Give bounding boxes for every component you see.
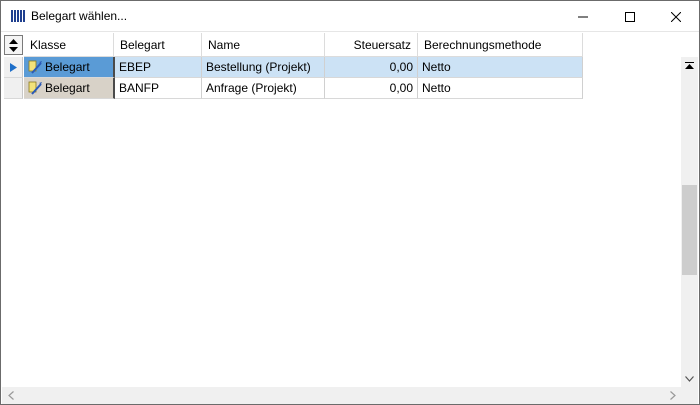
- sort-toggle-button[interactable]: [4, 35, 23, 55]
- scroll-top-icon: [685, 61, 694, 69]
- cell-name[interactable]: Bestellung (Projekt): [202, 57, 325, 78]
- cell-klasse[interactable]: Belegart: [24, 78, 115, 99]
- sort-arrows-icon: [9, 38, 18, 52]
- cell-klasse[interactable]: Belegart: [24, 57, 115, 78]
- scroll-right-button[interactable]: [664, 387, 681, 404]
- horizontal-scrollbar[interactable]: [2, 387, 681, 404]
- table-row[interactable]: Belegart BANFP Anfrage (Projekt) 0,00 Ne…: [2, 78, 583, 99]
- scroll-down-button[interactable]: [681, 370, 698, 387]
- document-type-icon: [28, 60, 42, 74]
- cell-berechnungsmethode[interactable]: Netto: [418, 57, 583, 78]
- column-header-name[interactable]: Name: [202, 33, 325, 57]
- cell-name[interactable]: Anfrage (Projekt): [202, 78, 325, 99]
- title-bar[interactable]: Belegart wählen...: [1, 1, 699, 32]
- window-title: Belegart wählen...: [31, 9, 128, 23]
- vertical-scrollbar[interactable]: [681, 57, 698, 387]
- row-indicator[interactable]: [4, 78, 23, 99]
- table-row[interactable]: Belegart EBEP Bestellung (Projekt) 0,00 …: [2, 57, 583, 78]
- scroll-left-button[interactable]: [2, 387, 19, 404]
- column-header-belegart[interactable]: Belegart: [114, 33, 202, 57]
- close-icon: [671, 11, 681, 22]
- column-header-klasse[interactable]: Klasse: [24, 33, 114, 57]
- cell-belegart[interactable]: EBEP: [115, 57, 202, 78]
- size-grip[interactable]: [681, 387, 698, 404]
- close-button[interactable]: [653, 1, 699, 32]
- cell-steuersatz[interactable]: 0,00: [325, 57, 418, 78]
- dialog-window: Belegart wählen... Klasse Belegart Name …: [0, 0, 700, 405]
- cell-berechnungsmethode[interactable]: Netto: [418, 78, 583, 99]
- belegart-grid[interactable]: Klasse Belegart Name Steuersatz Berechnu…: [2, 33, 680, 387]
- cell-belegart[interactable]: BANFP: [115, 78, 202, 99]
- minimize-button[interactable]: [560, 1, 606, 32]
- row-indicator[interactable]: [4, 57, 23, 78]
- scroll-to-top-button[interactable]: [681, 57, 698, 74]
- column-header-steuersatz[interactable]: Steuersatz: [325, 33, 418, 57]
- column-header-berechnungsmethode[interactable]: Berechnungsmethode: [418, 33, 583, 57]
- chevron-left-icon: [7, 391, 14, 400]
- cell-steuersatz[interactable]: 0,00: [325, 78, 418, 99]
- minimize-icon: [578, 16, 588, 17]
- library-icon: [11, 10, 25, 22]
- maximize-icon: [625, 11, 635, 22]
- chevron-down-icon: [685, 375, 694, 382]
- chevron-right-icon: [669, 391, 676, 400]
- grid-header: Klasse Belegart Name Steuersatz Berechnu…: [2, 33, 583, 57]
- current-row-arrow-icon: [9, 62, 17, 72]
- vertical-scroll-thumb[interactable]: [682, 185, 697, 275]
- maximize-button[interactable]: [607, 1, 653, 32]
- document-type-icon: [28, 81, 42, 95]
